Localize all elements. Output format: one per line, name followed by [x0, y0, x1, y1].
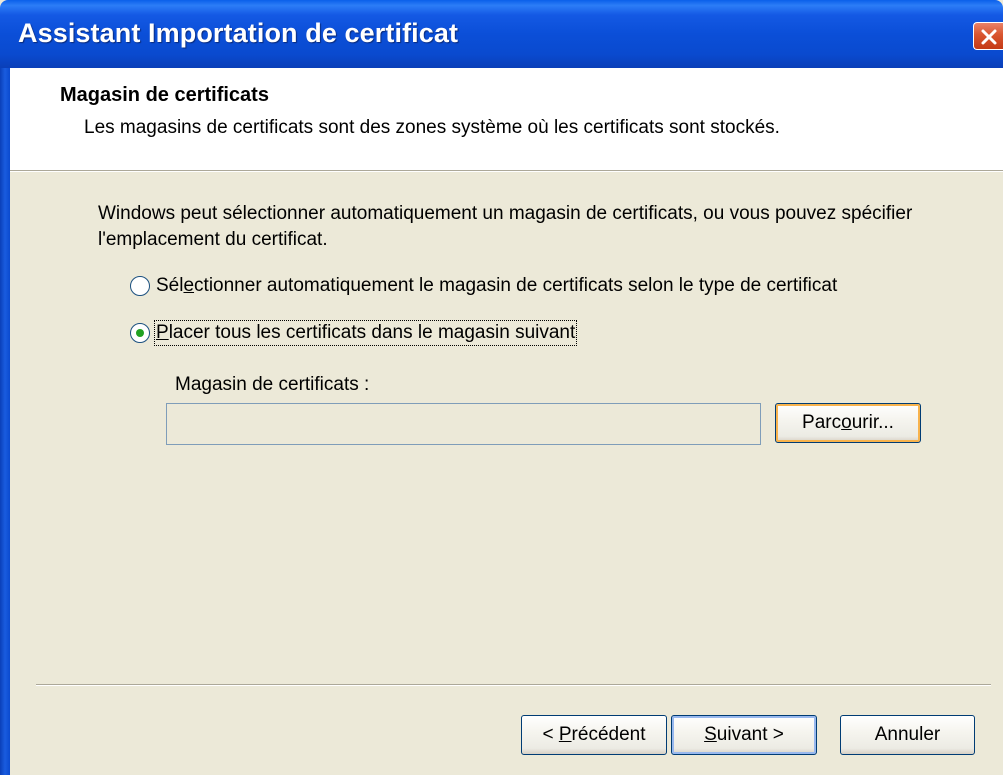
store-field-label: Magasin de certificats : [175, 374, 370, 395]
close-icon [981, 29, 997, 45]
browse-button-label: Parcourir... [802, 412, 894, 433]
back-button-label: < Précédent [542, 724, 646, 745]
intro-text: Windows peut sélectionner automatiquemen… [98, 203, 913, 250]
page-subtitle: Les magasins de certificats sont des zon… [84, 117, 780, 138]
back-button[interactable]: < Précédent [521, 715, 667, 755]
window-frame-left [0, 68, 10, 775]
store-input[interactable] [166, 403, 761, 445]
header-divider [10, 170, 1003, 172]
option-auto-store-label[interactable]: Sélectionner automatiquement le magasin … [156, 275, 837, 297]
next-button[interactable]: Suivant > [671, 715, 817, 755]
page-title: Magasin de certificats [60, 84, 269, 106]
radio-selected-dot [136, 329, 144, 337]
cancel-button[interactable]: Annuler [840, 715, 975, 755]
window-title: Assistant Importation de certificat [18, 18, 459, 48]
radio-manual-store[interactable] [130, 323, 150, 343]
radio-auto-store[interactable] [130, 276, 150, 296]
browse-button[interactable]: Parcourir... [775, 403, 921, 443]
title-bar: Assistant Importation de certificat [0, 0, 1003, 68]
option-manual-store-label[interactable]: Placer tous les certificats dans le maga… [153, 320, 578, 346]
option-manual-store[interactable]: Placer tous les certificats dans le maga… [130, 320, 578, 346]
wizard-header: Magasin de certificats Les magasins de c… [10, 68, 1003, 170]
next-button-label: Suivant > [704, 724, 784, 745]
option-auto-store[interactable]: Sélectionner automatiquement le magasin … [130, 275, 837, 297]
footer-divider [36, 684, 991, 686]
cancel-button-label: Annuler [874, 724, 941, 745]
close-button[interactable] [973, 22, 1003, 50]
